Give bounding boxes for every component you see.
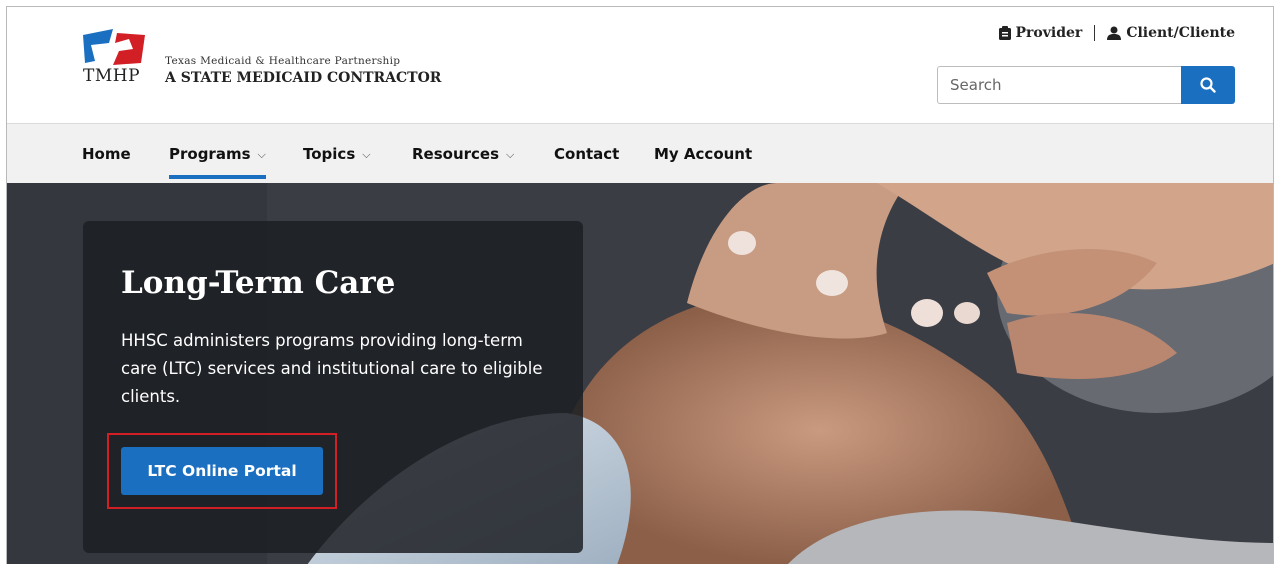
chevron-down-icon: ⌵ xyxy=(257,148,266,161)
clipboard-icon xyxy=(998,26,1011,40)
search-icon xyxy=(1200,77,1216,93)
tmhp-logo[interactable]: TMHP Texas Medicaid & Healthcare Partner… xyxy=(83,29,463,89)
nav-item-label: Programs xyxy=(169,145,251,163)
nav-item-label: Home xyxy=(82,145,131,163)
provider-link[interactable]: Provider xyxy=(998,25,1083,41)
nav-item-label: Contact xyxy=(554,145,620,163)
ltc-online-portal-button[interactable]: LTC Online Portal xyxy=(121,447,323,495)
search-input[interactable] xyxy=(937,66,1181,104)
utility-separator xyxy=(1094,25,1096,41)
nav-item-resources[interactable]: Resources ⌵ xyxy=(412,124,514,184)
hero-card: Long-Term Care HHSC administers programs… xyxy=(83,221,583,553)
nav-item-my-account[interactable]: My Account xyxy=(654,124,752,184)
hero-banner: Long-Term Care HHSC administers programs… xyxy=(7,183,1273,564)
logo-tagline-bottom: A STATE MEDICAID CONTRACTOR xyxy=(165,70,442,86)
hero-description: HHSC administers programs providing long… xyxy=(121,331,543,406)
browser-page: TMHP Texas Medicaid & Healthcare Partner… xyxy=(6,6,1274,564)
nav-item-topics[interactable]: Topics ⌵ xyxy=(303,124,371,184)
active-tab-indicator xyxy=(169,175,266,179)
client-link-label: Client/Cliente xyxy=(1126,25,1235,41)
site-header: TMHP Texas Medicaid & Healthcare Partner… xyxy=(7,7,1273,123)
nav-item-label: My Account xyxy=(654,145,753,163)
person-icon xyxy=(1107,26,1122,40)
nav-item-home[interactable]: Home xyxy=(82,124,131,184)
nav-item-contact[interactable]: Contact xyxy=(554,124,619,184)
nav-item-label: Topics xyxy=(303,145,356,163)
logo-mark-icon xyxy=(83,29,145,65)
chevron-down-icon: ⌵ xyxy=(362,148,371,161)
main-navigation: Home Programs ⌵ Topics ⌵ Resources ⌵ Con… xyxy=(7,123,1273,183)
client-link[interactable]: Client/Cliente xyxy=(1107,25,1235,41)
logo-wordmark: TMHP xyxy=(83,66,141,86)
search-form xyxy=(937,66,1235,104)
provider-link-label: Provider xyxy=(1015,25,1083,41)
chevron-down-icon: ⌵ xyxy=(506,148,515,161)
nav-item-programs[interactable]: Programs ⌵ xyxy=(169,124,266,184)
search-button[interactable] xyxy=(1181,66,1235,104)
logo-tagline-top: Texas Medicaid & Healthcare Partnership xyxy=(165,55,401,67)
utility-links: Provider Client/Cliente xyxy=(998,25,1235,41)
hero-title: Long-Term Care xyxy=(121,265,396,301)
nav-item-label: Resources xyxy=(412,145,500,163)
